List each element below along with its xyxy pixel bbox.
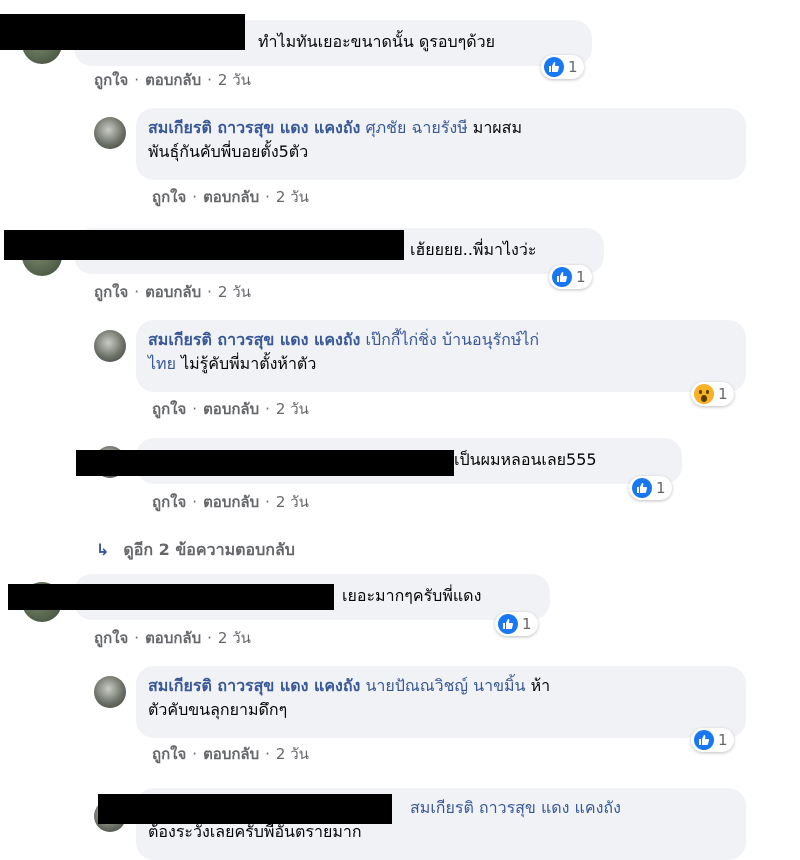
thumbs-up-icon [694, 730, 714, 750]
avatar[interactable] [94, 676, 126, 708]
comment-text: เป็นผมหลอนเลย555 [454, 450, 597, 469]
reaction-count[interactable]: 1 [691, 382, 734, 406]
mention-link[interactable]: ไทย [148, 354, 176, 373]
reply-bubble: สมเกียรติ ถาวรสุข แดง แคงถัง เป๊กกี้ไก่ช… [136, 320, 746, 392]
reply-bubble: สมเกียรติ ถาวรสุข แดง แคงถัง ศุภชัย ฉายร… [136, 108, 746, 180]
comment-actions: ถูกใจ · ตอบกลับ · 2 วัน [152, 493, 309, 511]
comment-actions: ถูกใจ · ตอบกลับ · 2 วัน [152, 400, 309, 418]
reply-arrow-icon: ↳ [96, 540, 110, 559]
thumbs-up-icon [544, 57, 564, 77]
thumbs-up-icon [498, 614, 518, 634]
timestamp[interactable]: 2 วัน [218, 283, 251, 301]
timestamp[interactable]: 2 วัน [276, 745, 309, 763]
comment-text: ไม่รู้คับพี่มาตั้งห้าตัว [181, 354, 317, 373]
comment-actions: ถูกใจ · ตอบกลับ · 2 วัน [94, 71, 251, 89]
like-link[interactable]: ถูกใจ [152, 188, 186, 206]
reply-link[interactable]: ตอบกลับ [145, 629, 201, 647]
redaction-bar [0, 14, 245, 50]
redaction-bar [4, 230, 404, 260]
avatar[interactable] [94, 117, 126, 149]
comment-text: ทำไมทันเยอะขนาดนั้น ดูรอบๆด้วย [258, 32, 495, 51]
reply-link[interactable]: ตอบกลับ [203, 493, 259, 511]
reaction-count[interactable]: 1 [495, 612, 538, 636]
more-replies-link[interactable]: ↳ ดูอีก 2 ข้อความตอบกลับ [96, 538, 295, 563]
redaction-bar [76, 450, 454, 476]
like-link[interactable]: ถูกใจ [94, 283, 128, 301]
comment-actions: ถูกใจ · ตอบกลับ · 2 วัน [152, 745, 309, 763]
redaction-bar [8, 584, 334, 610]
comment-actions: ถูกใจ · ตอบกลับ · 2 วัน [94, 629, 251, 647]
redaction-bar [98, 794, 392, 824]
timestamp[interactable]: 2 วัน [218, 629, 251, 647]
comment-text: พันธุ์กันคับพี่บอยตั้ง5ตัว [148, 142, 309, 161]
author-name[interactable]: สมเกียรติ ถาวรสุข แดง แคงถัง [148, 118, 360, 137]
reply-link[interactable]: ตอบกลับ [203, 745, 259, 763]
mention-link[interactable]: สมเกียรติ ถาวรสุข แดง แคงถัง [410, 798, 621, 817]
comment-text: เฮ้ยยยย..พี่มาไงว่ะ [410, 240, 537, 259]
like-link[interactable]: ถูกใจ [152, 400, 186, 418]
timestamp[interactable]: 2 วัน [276, 493, 309, 511]
reaction-count[interactable]: 1 [629, 476, 672, 500]
author-name[interactable]: สมเกียรติ ถาวรสุข แดง แคงถัง [148, 676, 360, 695]
reaction-count[interactable]: 1 [691, 728, 734, 752]
like-link[interactable]: ถูกใจ [94, 71, 128, 89]
thumbs-up-icon [552, 267, 572, 287]
mention-link[interactable]: ศุภชัย ฉายรังษี [365, 118, 467, 137]
reply-link[interactable]: ตอบกลับ [145, 71, 201, 89]
reply-link[interactable]: ตอบกลับ [203, 400, 259, 418]
thumbs-up-icon [632, 478, 652, 498]
author-name[interactable]: สมเกียรติ ถาวรสุข แดง แคงถัง [148, 330, 360, 349]
wow-face-icon [694, 384, 714, 404]
reaction-count[interactable]: 1 [549, 265, 592, 289]
reaction-count[interactable]: 1 [541, 55, 584, 79]
comment-actions: ถูกใจ · ตอบกลับ · 2 วัน [152, 188, 309, 206]
timestamp[interactable]: 2 วัน [276, 188, 309, 206]
like-link[interactable]: ถูกใจ [152, 493, 186, 511]
mention-link[interactable]: นายปัณณวิชญ์ นาขมิ้น [365, 676, 525, 695]
reply-link[interactable]: ตอบกลับ [203, 188, 259, 206]
like-link[interactable]: ถูกใจ [152, 745, 186, 763]
mention-link[interactable]: เป๊กกี้ไก่ชิ่ง บ้านอนุรักษ์ไก่ [365, 330, 539, 349]
timestamp[interactable]: 2 วัน [218, 71, 251, 89]
like-link[interactable]: ถูกใจ [94, 629, 128, 647]
avatar[interactable] [94, 330, 126, 362]
comment-actions: ถูกใจ · ตอบกลับ · 2 วัน [94, 283, 251, 301]
comment-text: เยอะมากๆครับพี่แดง [342, 586, 482, 605]
reply-link[interactable]: ตอบกลับ [145, 283, 201, 301]
reply-bubble: สมเกียรติ ถาวรสุข แดง แคงถัง นายปัณณวิชญ… [136, 666, 746, 738]
timestamp[interactable]: 2 วัน [276, 400, 309, 418]
comment-text: ตัวคับขนลุกยามดึกๆ [148, 700, 288, 719]
